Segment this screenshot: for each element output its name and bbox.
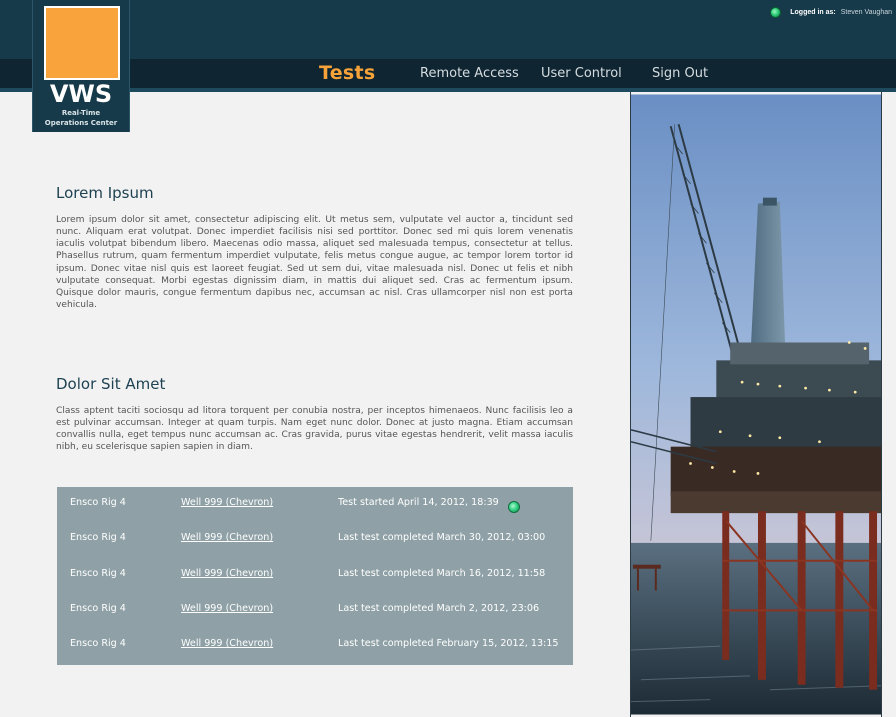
table-row: Ensco Rig 4 Well 999 (Chevron) Last test…: [57, 528, 573, 548]
test-status: Last test completed February 15, 2012, 1…: [338, 638, 559, 649]
test-status: Last test completed March 2, 2012, 23:06: [338, 603, 540, 614]
tests-table: Ensco Rig 4 Well 999 (Chevron) Test star…: [57, 487, 573, 665]
well-link[interactable]: Well 999 (Chevron): [181, 532, 273, 543]
table-row: Ensco Rig 4 Well 999 (Chevron) Test star…: [57, 493, 573, 513]
logo-subtitle-line1: Real-Time: [61, 109, 101, 117]
nav-tests[interactable]: Tests: [319, 59, 376, 88]
rig-name: Ensco Rig 4: [70, 532, 126, 543]
section-body-dolor-sit-amet: Class aptent taciti sociosqu ad litora t…: [56, 406, 573, 453]
rig-name: Ensco Rig 4: [70, 568, 126, 579]
nav-sign-out[interactable]: Sign Out: [652, 59, 708, 88]
well-link[interactable]: Well 999 (Chevron): [181, 568, 273, 579]
table-row: Ensco Rig 4 Well 999 (Chevron) Last test…: [57, 564, 573, 584]
rig-name: Ensco Rig 4: [70, 603, 126, 614]
top-header-bar: [0, 0, 896, 59]
oil-rig-photo: [630, 92, 882, 717]
logo-square-icon: [44, 6, 120, 80]
test-status: Test started April 14, 2012, 18:39: [338, 497, 499, 508]
section-title-lorem-ipsum: Lorem Ipsum: [56, 184, 154, 202]
well-link[interactable]: Well 999 (Chevron): [181, 603, 273, 614]
rig-name: Ensco Rig 4: [70, 497, 126, 508]
table-row: Ensco Rig 4 Well 999 (Chevron) Last test…: [57, 599, 573, 619]
logo-title: VWS: [49, 80, 113, 108]
nav-user-control[interactable]: User Control: [541, 59, 622, 88]
logo[interactable]: VWS Real-Time Operations Center: [32, 0, 130, 132]
section-body-lorem-ipsum: Lorem ipsum dolor sit amet, consectetur …: [56, 215, 573, 311]
table-row: Ensco Rig 4 Well 999 (Chevron) Last test…: [57, 634, 573, 654]
test-status: Last test completed March 16, 2012, 11:5…: [338, 568, 546, 579]
username: Steven Vaughan: [840, 8, 892, 16]
section-title-dolor-sit-amet: Dolor Sit Amet: [56, 375, 166, 393]
test-status: Last test completed March 30, 2012, 03:0…: [338, 532, 546, 543]
nav-remote-access[interactable]: Remote Access: [420, 59, 519, 88]
logo-subtitle: Real-Time Operations Center: [33, 109, 129, 128]
online-status-icon: [770, 6, 782, 18]
logged-in-label: Logged in as:: [790, 8, 836, 16]
rig-name: Ensco Rig 4: [70, 638, 126, 649]
active-test-status-icon: [508, 501, 520, 513]
well-link[interactable]: Well 999 (Chevron): [181, 638, 273, 649]
logo-subtitle-line2: Operations Center: [44, 118, 118, 127]
well-link[interactable]: Well 999 (Chevron): [181, 497, 273, 508]
login-status: Logged in as: Steven Vaughan: [770, 6, 892, 18]
